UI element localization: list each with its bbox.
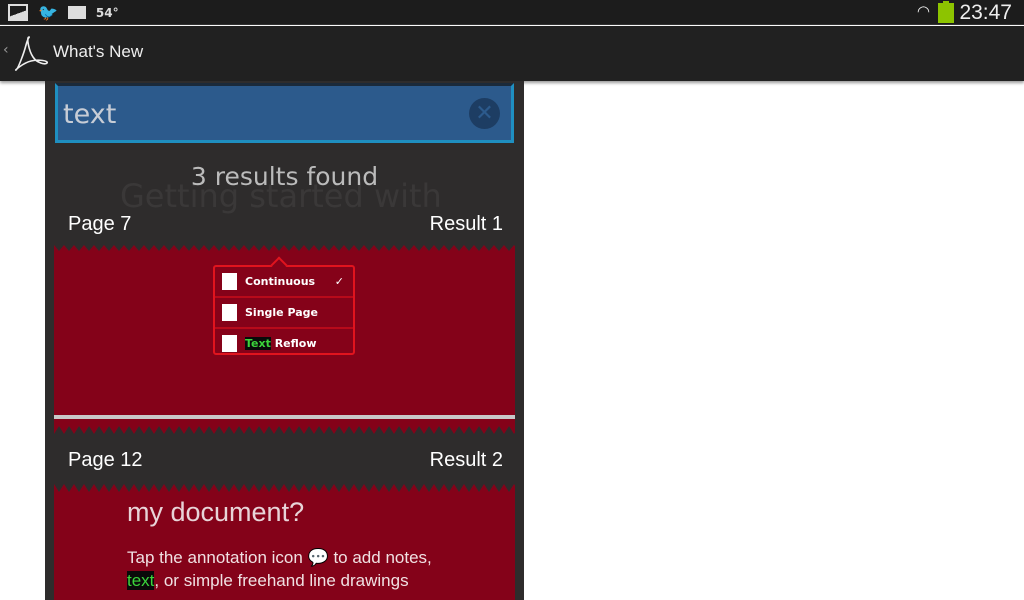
result-number: Result 1: [429, 213, 503, 235]
single-page-icon: [222, 304, 237, 321]
search-input[interactable]: [63, 94, 463, 134]
zigzag-edge: [54, 424, 515, 434]
menu-item-continuous[interactable]: Continuous ✓: [215, 267, 353, 296]
temperature: 54°: [95, 5, 119, 20]
search-box: ✕: [55, 83, 514, 143]
doc-body-line: text, or simple freehand line drawings: [127, 571, 409, 590]
result-header[interactable]: Page 7 Result 1: [54, 205, 515, 245]
menu-item-text-reflow[interactable]: Text Reflow: [215, 327, 353, 356]
view-mode-menu: Continuous ✓ Single Page Text Reflow: [213, 256, 355, 356]
battery-icon: [938, 1, 954, 23]
menu-item-single-page[interactable]: Single Page: [215, 296, 353, 325]
result-number: Result 2: [429, 449, 503, 471]
doc-heading: my document?: [127, 497, 305, 527]
wifi-icon: ◠: [916, 2, 930, 20]
result-page: Page 12: [68, 449, 143, 471]
mail-icon: [67, 6, 86, 19]
result-page: Page 7: [68, 213, 132, 235]
clock: 23:47: [959, 1, 1012, 24]
doc-body-line: Tap the annotation icon 💬 to add notes,: [127, 548, 432, 567]
continuous-icon: [222, 273, 237, 290]
search-results-panel: Getting started with ✕ 3 results found P…: [45, 81, 524, 600]
annotation-icon: 💬: [307, 548, 329, 567]
clear-icon[interactable]: ✕: [469, 98, 500, 129]
page-title: What's New: [53, 42, 144, 61]
status-bar: 🐦 54° ◠ 23:47: [0, 0, 1024, 25]
twitter-icon: 🐦: [38, 3, 58, 22]
zigzag-edge: [54, 484, 515, 492]
check-icon: ✓: [334, 275, 344, 288]
action-bar: ‹ What's New: [0, 26, 1024, 81]
text-reflow-icon: [222, 335, 237, 352]
zigzag-edge: [54, 243, 515, 251]
back-chevron-icon[interactable]: ‹: [3, 42, 9, 58]
adobe-reader-logo[interactable]: [12, 35, 50, 73]
gallery-icon: [8, 4, 28, 21]
result-header[interactable]: Page 12 Result 2: [54, 434, 515, 484]
results-count: 3 results found: [190, 162, 379, 191]
